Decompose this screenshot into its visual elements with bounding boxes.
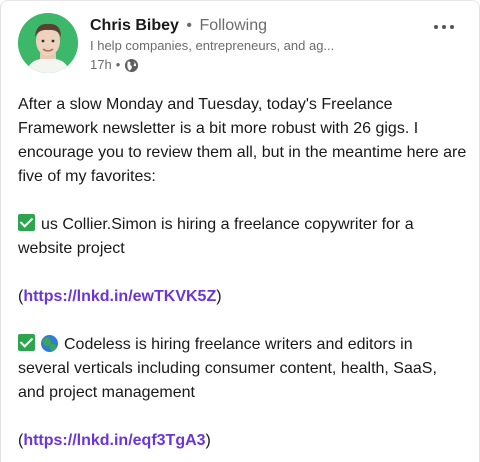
more-options-icon[interactable] (429, 17, 459, 37)
item1-link[interactable]: https://lnkd.in/ewTKVK5Z (23, 288, 216, 305)
post-intro: After a slow Monday and Tuesday, today's… (18, 96, 467, 185)
item2-text: Codeless is hiring freelance writers and… (18, 336, 437, 401)
item1-link-row: (https://lnkd.in/ewTKVK5Z) (18, 288, 222, 305)
post-timestamp-row: 17h • (90, 55, 410, 75)
earth-globe-icon (41, 335, 58, 352)
avatar[interactable] (18, 13, 78, 73)
list-item: us Collier.Simon is hiring a freelance c… (18, 213, 468, 261)
post-body: After a slow Monday and Tuesday, today's… (18, 93, 468, 453)
checkmark-icon (18, 214, 35, 231)
name-separator: • (186, 17, 192, 34)
post-time: 17h (90, 57, 112, 72)
author-name-row: Chris Bibey • Following (90, 15, 410, 37)
follow-status: Following (199, 17, 268, 34)
item2-link[interactable]: https://lnkd.in/eqf3TgA3 (23, 432, 205, 449)
checkmark-icon (18, 334, 35, 351)
globe-icon (124, 58, 139, 73)
author-name[interactable]: Chris Bibey (90, 17, 179, 34)
post-header: Chris Bibey • Following I help companies… (18, 13, 467, 83)
author-headline: I help companies, entrepreneurs, and ag.… (90, 38, 335, 53)
item1-text: us Collier.Simon is hiring a freelance c… (18, 216, 414, 257)
list-item: Codeless is hiring freelance writers and… (18, 333, 468, 405)
author-meta: Chris Bibey • Following I help companies… (90, 15, 410, 75)
item2-link-row: (https://lnkd.in/eqf3TgA3) (18, 432, 211, 449)
time-separator: • (115, 57, 121, 72)
feed-post: Chris Bibey • Following I help companies… (0, 0, 480, 462)
